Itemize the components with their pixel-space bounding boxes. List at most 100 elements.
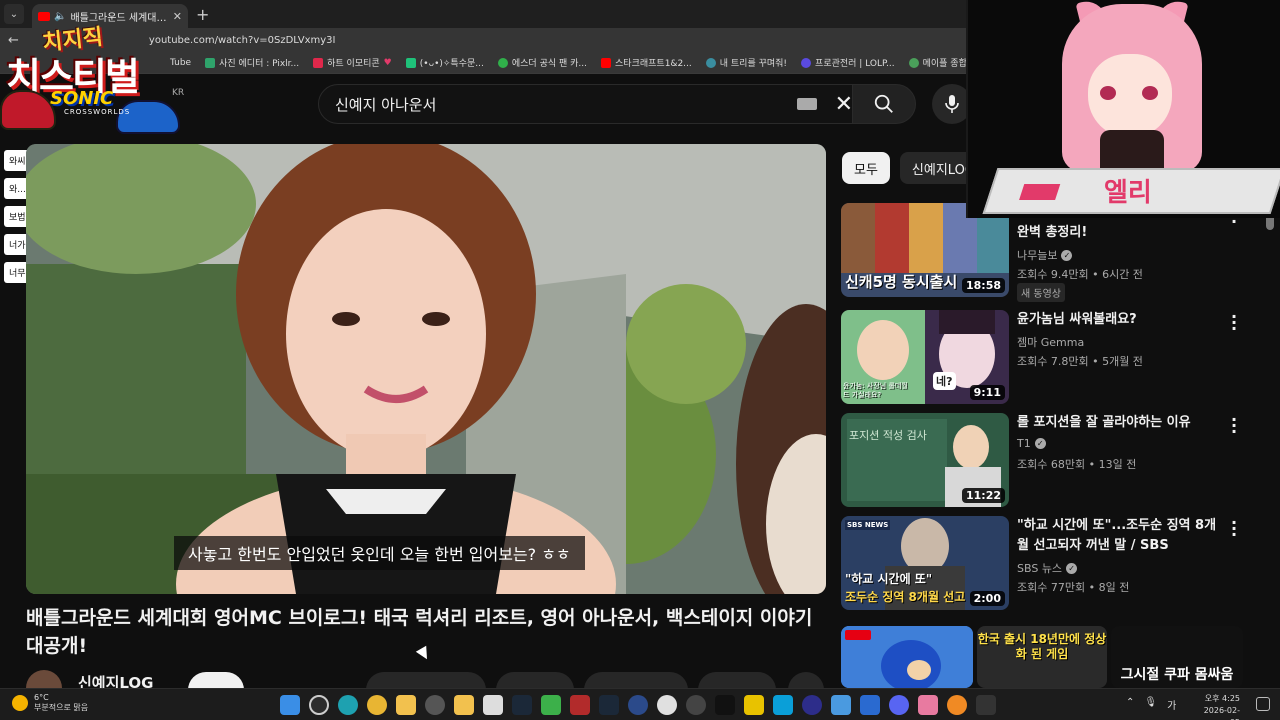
- app-orange-icon[interactable]: [947, 695, 967, 715]
- verified-icon: ✓: [1034, 438, 1046, 449]
- bookmark-item[interactable]: 사진 에디터 : Pixlr...: [205, 56, 299, 69]
- kakaotalk-icon[interactable]: [744, 695, 764, 715]
- search-icon: [874, 94, 893, 113]
- bookmark-item[interactable]: 하트 이모티콘 ♥: [313, 56, 392, 69]
- github-icon[interactable]: [425, 695, 445, 715]
- cafe-icon: [497, 57, 508, 68]
- shorts-text: 한국 출시 18년만에 정상화 된 게임: [977, 632, 1107, 661]
- notification-icon[interactable]: [1256, 697, 1270, 711]
- notes-icon[interactable]: [454, 695, 474, 715]
- bookmark-item[interactable]: 스타크래프트1&2...: [601, 56, 692, 69]
- chip-all[interactable]: 모두: [842, 152, 890, 184]
- bookmark-item[interactable]: 프로관전러 | LOLP...: [801, 56, 895, 69]
- bookmark-item[interactable]: (•ᴗ•)✧특수문...: [405, 56, 484, 69]
- video-frame: [26, 144, 826, 594]
- thumbnail-text: "하교 시간에 또": [845, 572, 933, 586]
- app-globe-icon[interactable]: [802, 695, 822, 715]
- weather-temp: 6°C: [34, 693, 49, 702]
- new-video-badge: 새 동영상: [1017, 283, 1065, 302]
- file-explorer-icon[interactable]: [396, 695, 416, 715]
- search-icon[interactable]: [309, 695, 329, 715]
- verified-icon: ✓: [1061, 249, 1073, 261]
- video-duration: 18:58: [961, 278, 1005, 293]
- keyboard-icon[interactable]: [796, 98, 817, 110]
- ime-indicator[interactable]: 가: [1167, 697, 1176, 712]
- recommended-channel[interactable]: T1 ✓: [1017, 437, 1046, 450]
- steam-2-icon[interactable]: [599, 695, 619, 715]
- video-thumbnail[interactable]: SBS NEWS "하교 시간에 또" 조두순 징역 8개월 선고 2:00: [841, 516, 1009, 610]
- more-options-icon[interactable]: ···: [1231, 309, 1237, 337]
- recommended-channel[interactable]: 나무늘보 ✓: [1017, 247, 1073, 263]
- more-options-icon[interactable]: ···: [1231, 412, 1237, 440]
- app-pink-icon[interactable]: [918, 695, 938, 715]
- bookmark-item[interactable]: 메이플 종합 :: [908, 56, 973, 69]
- video-duration: 9:11: [969, 385, 1005, 400]
- steam-icon[interactable]: [512, 695, 532, 715]
- heart-icon: ♥: [383, 57, 392, 68]
- recommended-meta: 조회수 7.8만회 • 5개월 전: [1017, 355, 1143, 368]
- terminal-icon[interactable]: [976, 695, 996, 715]
- new-tab-button[interactable]: +: [196, 5, 209, 24]
- recommended-meta: 조회수 77만회 • 8일 전: [1017, 581, 1130, 594]
- lightning-icon: [313, 57, 324, 68]
- windows-start-icon[interactable]: [280, 695, 300, 715]
- name-plate-accent: [1019, 184, 1061, 200]
- avatar-outfit: [1100, 130, 1164, 170]
- shorts-thumbnail[interactable]: 한국 출시 18년만에 정상화 된 게임: [977, 626, 1107, 688]
- chrome-icon[interactable]: [367, 695, 387, 715]
- tray-expand-icon[interactable]: ⌃: [1126, 697, 1134, 712]
- windows-taskbar: 6°C 부분적으로 맑음 ⌃ 🎙 가 오후 4:25 2026-02-: [0, 688, 1280, 720]
- bookmark-item[interactable]: 에스더 공식 팬 카...: [497, 56, 587, 69]
- video-player[interactable]: 사놓고 한번도 안입었던 옷인데 오늘 한번 입어보는? ㅎㅎ: [26, 144, 826, 594]
- system-tray: ⌃ 🎙 가: [1126, 697, 1176, 712]
- vscode-icon[interactable]: [715, 695, 735, 715]
- lolps-icon: [801, 57, 812, 68]
- game-launcher-icon[interactable]: [570, 695, 590, 715]
- recommended-meta: 조회수 68만회 • 13일 전: [1017, 458, 1137, 471]
- recommended-title[interactable]: 윤가놈님 싸워볼래요?: [1017, 310, 1225, 330]
- clear-search-icon[interactable]: ✕: [835, 92, 853, 117]
- clock-time: 오후 4:25: [1204, 694, 1240, 703]
- battlenet-icon[interactable]: [628, 695, 648, 715]
- weather-desc: 부분적으로 맑음: [34, 703, 89, 712]
- clock[interactable]: 오후 4:25 2026-02-05: [1196, 693, 1240, 720]
- microphone-tray-icon[interactable]: 🎙: [1144, 697, 1157, 712]
- weather-widget[interactable]: 6°C 부분적으로 맑음: [12, 693, 88, 713]
- app-window-icon[interactable]: [831, 695, 851, 715]
- video-duration: 2:00: [969, 591, 1005, 606]
- video-thumbnail[interactable]: 윤가놈: 사장님 롤데월드 가실래요? 네? 9:11: [841, 310, 1009, 404]
- recommended-video[interactable]: 포지션 적성 검사 11:22 롤 포지션을 잘 골라야하는 이유 T1 ✓ 조회…: [841, 412, 1261, 507]
- thumbnail-text: 윤가놈: 사장님 롤데월드 가실래요?: [843, 382, 908, 399]
- shorts-thumbnail[interactable]: 그시절 쿠파 몸싸움: [1111, 626, 1243, 688]
- recommended-title[interactable]: "하교 시간에 또"...조두순 징역 8개월 선고되자 꺼낸 말 / SBS: [1017, 516, 1225, 556]
- shorts-thumbnail[interactable]: [841, 626, 973, 688]
- search-box[interactable]: 신예지 아나운서 ✕: [318, 84, 866, 124]
- video-thumbnail[interactable]: 포지션 적성 검사 11:22: [841, 413, 1009, 507]
- app-c-icon[interactable]: [657, 695, 677, 715]
- recommended-channel[interactable]: 젬마 Gemma: [1017, 334, 1084, 350]
- recommended-channel[interactable]: SBS 뉴스 ✓: [1017, 560, 1078, 576]
- recommended-meta: 조회수 9.4만회 • 6시간 전: [1017, 268, 1143, 281]
- avatar-eye-right: [1142, 86, 1158, 100]
- recommended-video[interactable]: SBS NEWS "하교 시간에 또" 조두순 징역 8개월 선고 2:00 "…: [841, 515, 1261, 610]
- weather-sun-icon: [12, 695, 28, 711]
- youtube-bookmark-icon: [601, 57, 612, 68]
- more-options-icon[interactable]: ···: [1231, 515, 1237, 543]
- search-button[interactable]: [852, 84, 916, 124]
- thumbnail-text: 신캐5명 동시출시: [845, 273, 958, 291]
- app-blue-icon[interactable]: [773, 695, 793, 715]
- stream-event-logo: 치지직 치스티벌 SONIC CROSSWORLDS: [0, 18, 182, 136]
- recommended-title[interactable]: 롤 포지션을 잘 골라야하는 이유: [1017, 413, 1225, 433]
- discord-icon[interactable]: [889, 695, 909, 715]
- search-input[interactable]: 신예지 아나운서: [335, 94, 797, 115]
- edge-icon[interactable]: [338, 695, 358, 715]
- screen-capture-icon[interactable]: [483, 695, 503, 715]
- 4k-icon[interactable]: [686, 695, 706, 715]
- shorts-text: 그시절 쿠파 몸싸움: [1120, 667, 1234, 683]
- app-shield-icon[interactable]: [860, 695, 880, 715]
- recommended-video[interactable]: 윤가놈: 사장님 롤데월드 가실래요? 네? 9:11 윤가놈님 싸워볼래요? …: [841, 309, 1261, 404]
- bookmark-item[interactable]: 내 트리를 꾸며줘!: [705, 56, 787, 69]
- thumbnail-text: 조두순 징역 8개월 선고: [845, 590, 966, 604]
- minecraft-icon[interactable]: [541, 695, 561, 715]
- avatar-eye-left: [1100, 86, 1116, 100]
